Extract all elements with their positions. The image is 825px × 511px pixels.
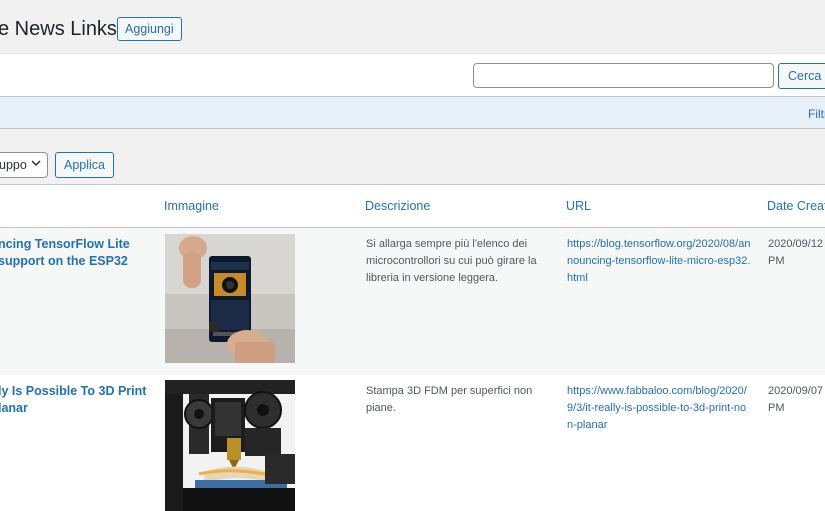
row-title-line[interactable]: ly Is Possible To 3D Print [0, 383, 146, 400]
bulk-action-select[interactable]: uppo [0, 152, 48, 178]
row-url-link[interactable]: https://blog.tensorflow.org/2020/08/anno… [567, 236, 752, 287]
row-date: 2020/09/07 [768, 385, 824, 397]
row-thumbnail[interactable] [165, 234, 295, 363]
row-url-link[interactable]: https://www.fabbaloo.com/blog/2020/9/3/i… [567, 383, 752, 434]
search-button[interactable]: Cerca N [778, 63, 825, 89]
table-header: Immagine Descrizione URL Date Create [0, 185, 825, 228]
row-thumbnail[interactable] [165, 380, 295, 511]
add-new-button[interactable]: Aggiungi [117, 17, 182, 41]
page-title: e News Links [0, 18, 117, 40]
filter-link[interactable]: Filtr [808, 107, 825, 121]
row-description: Si allarga sempre più l'elenco dei micro… [366, 238, 537, 284]
row-date-suffix: PM [768, 255, 785, 267]
bulk-action-selected: uppo [0, 158, 27, 172]
chevron-down-icon [31, 160, 41, 167]
table-row: ncing TensorFlow Lite support on the ESP… [0, 228, 825, 375]
row-title-line[interactable]: lanar [0, 400, 28, 417]
column-header-description[interactable]: Descrizione [365, 199, 430, 213]
row-date: 2020/09/12 [768, 238, 824, 250]
row-description: Stampa 3D FDM per superfici non piane. [366, 385, 533, 414]
search-input[interactable] [473, 63, 774, 88]
filter-bar: Filtr [0, 96, 825, 129]
table-row: ly Is Possible To 3D Print lanar Stampa … [0, 375, 825, 511]
column-header-date[interactable]: Date Create [767, 199, 825, 213]
row-title-line[interactable]: ncing TensorFlow Lite [0, 236, 130, 253]
links-table: Immagine Descrizione URL Date Create nci… [0, 184, 825, 511]
3d-printer-photo [165, 380, 295, 511]
row-date-suffix: PM [768, 402, 785, 414]
column-header-image[interactable]: Immagine [164, 199, 219, 213]
row-title-line[interactable]: support on the ESP32 [0, 253, 128, 270]
esp32-camera-photo [165, 234, 295, 363]
search-bar: Cerca N [0, 53, 825, 97]
apply-button[interactable]: Applica [55, 152, 114, 178]
column-header-url[interactable]: URL [566, 199, 591, 213]
